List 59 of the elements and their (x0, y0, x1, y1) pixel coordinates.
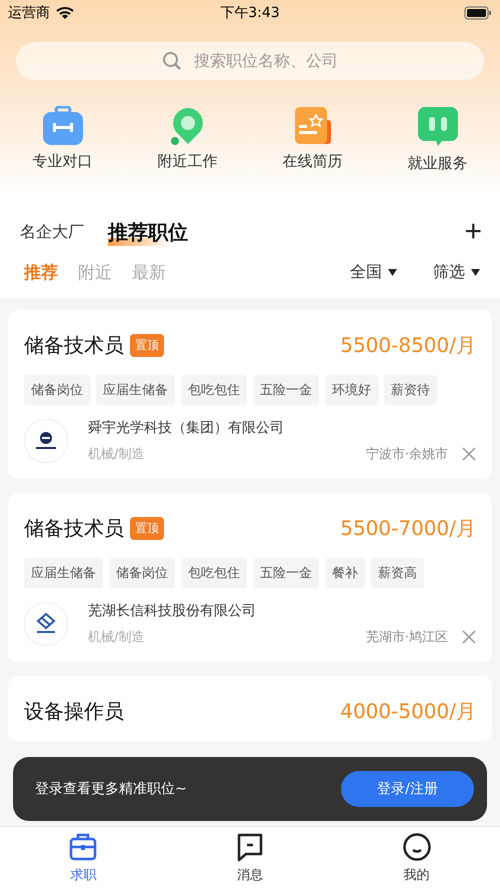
smile-icon (402, 832, 432, 862)
carrier-name: 运营商 (8, 4, 50, 22)
close-icon (462, 630, 476, 644)
wifi-icon (56, 6, 74, 20)
job-tag: 储备岗位 (109, 558, 175, 588)
close-icon (462, 447, 476, 461)
add-button[interactable]: + (464, 217, 482, 247)
login-prompt: 登录查看更多精准职位~ (35, 780, 187, 798)
briefcase-icon (68, 832, 98, 862)
job-tag: 包吃包住 (181, 558, 247, 588)
job-tag: 餐补 (325, 558, 365, 588)
nav-tab[interactable]: 求职 (0, 827, 167, 889)
nav-tab[interactable]: 消息 (166, 827, 334, 889)
job-tag: 环境好 (325, 375, 378, 405)
shortcut-label[interactable]: 专业对口 (32, 152, 92, 171)
job-tag: 包吃包住 (181, 375, 247, 405)
nav-tab[interactable]: 我的 (333, 827, 500, 889)
toolbox-icon (42, 106, 84, 146)
job-title: 储备技术员 (24, 332, 124, 359)
status-time: 下午3:43 (219, 4, 281, 22)
salary: 5500-8500/月 (340, 332, 476, 359)
battery-icon (464, 6, 492, 20)
job-tag: 五险一金 (253, 558, 319, 588)
resume-icon (294, 106, 332, 146)
job-tag: 储备岗位 (24, 375, 90, 405)
job-tag: 应届生储备 (96, 375, 175, 405)
company-name: 舜宇光学科技（集团）有限公司 (88, 419, 285, 437)
company-logo (33, 430, 59, 452)
caret-icon (471, 269, 480, 276)
shortcut-label[interactable]: 附近工作 (158, 152, 218, 171)
job-tag: 薪资高 (371, 558, 424, 588)
job-title: 储备技术员 (24, 515, 124, 542)
industry: 机械/制造 (88, 446, 144, 463)
caret-icon (388, 269, 397, 276)
industry: 机械/制造 (88, 629, 144, 646)
job-card[interactable]: 储备技术员 置顶 5500-8500/月 储备岗位 应届生储备 包吃包住 五险一金 环境好 薪资待 舜宇光学科技（集团）有限公司 机械/制造 宁波市·余姚市 (8, 310, 492, 479)
search-icon (162, 51, 182, 71)
company-name: 芜湖长信科技股份有限公司 (88, 602, 257, 620)
login-button[interactable]: 登录/注册 (341, 771, 474, 807)
location: 芜湖市·鸠江区 (366, 629, 448, 646)
salary: 4000-5000/月 (340, 698, 476, 725)
shortcut-label[interactable]: 就业服务 (408, 154, 468, 173)
job-title: 设备操作员 (24, 698, 124, 725)
dropdown-label[interactable]: 全国 (350, 262, 382, 283)
dropdown-label[interactable]: 筛选 (433, 262, 465, 283)
close-button[interactable] (462, 447, 476, 461)
pinned-badge: 置顶 (130, 517, 164, 540)
job-tag: 五险一金 (253, 375, 319, 405)
job-card[interactable]: 设备操作员 4000-5000/月 (8, 676, 492, 741)
salary: 5500-7000/月 (340, 515, 476, 542)
job-card[interactable]: 储备技术员 置顶 5500-7000/月 应届生储备 储备岗位 包吃包住 五险一金 餐补 薪资高 芜湖长信科技股份有限公司 机械/制造 芜湖市·鸠江区 (8, 493, 492, 662)
pinned-badge: 置顶 (130, 334, 164, 357)
close-button[interactable] (462, 630, 476, 644)
job-tag: 薪资待 (384, 375, 437, 405)
shortcut-label[interactable]: 在线简历 (282, 152, 342, 171)
chat-icon (416, 106, 458, 148)
location: 宁波市·余姚市 (366, 446, 448, 463)
job-tag: 应届生储备 (24, 558, 103, 588)
section-tab[interactable]: 名企大厂 (20, 222, 84, 242)
